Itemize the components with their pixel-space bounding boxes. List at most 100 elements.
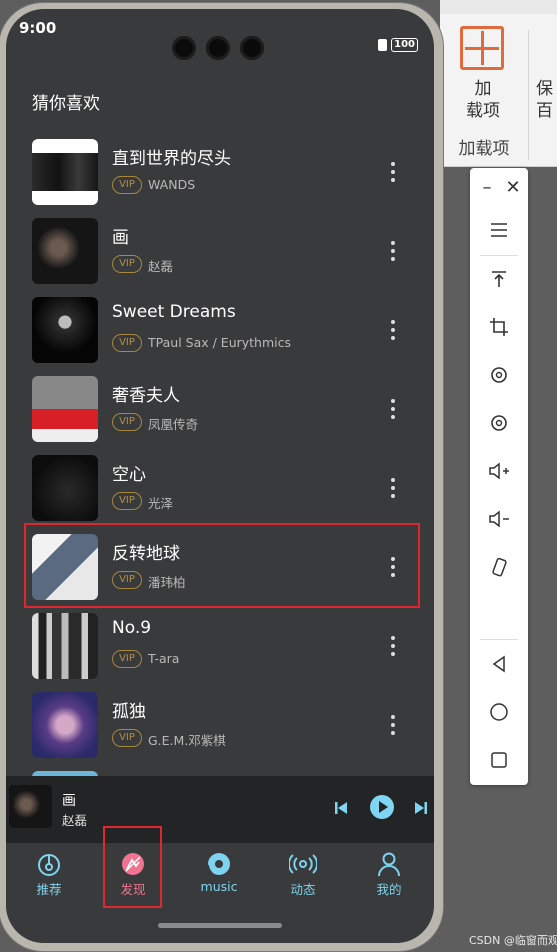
ribbon-separator <box>528 30 529 160</box>
player-song-title: 画 <box>62 793 76 809</box>
camera-cutout <box>172 36 264 60</box>
battery-icon: 100 <box>391 38 418 52</box>
home-icon[interactable] <box>470 697 528 727</box>
crop-icon[interactable] <box>470 312 528 342</box>
more-options-icon[interactable] <box>383 469 403 507</box>
camera-icon <box>206 36 230 60</box>
song-title: 直到世界的尽头 <box>112 149 231 169</box>
back-icon[interactable] <box>470 649 528 679</box>
menu-icon[interactable] <box>470 215 528 245</box>
more-options-icon[interactable] <box>383 390 403 428</box>
phone-screen: 9:00 100 猜你喜欢 直到世界的尽头 VIP WANDS 画 VIP 赵磊… <box>6 9 434 943</box>
sim-icon <box>378 39 388 51</box>
vip-badge: VIP <box>112 650 142 668</box>
song-item[interactable]: 空心 VIP 光泽 <box>23 449 423 527</box>
album-cover <box>32 692 98 758</box>
vip-badge: VIP <box>112 255 142 273</box>
tab-label: music <box>200 879 238 894</box>
addins-button[interactable]: 加 载项 <box>458 78 508 122</box>
watermark: CSDN @临窗而观 <box>469 934 557 947</box>
volume-up-icon[interactable] <box>470 456 528 486</box>
home-indicator[interactable] <box>158 923 282 928</box>
tab-recommend[interactable]: 推荐 <box>19 851 79 911</box>
song-artist: G.E.M.邓紫棋 <box>148 733 226 748</box>
song-item[interactable]: 孤独 VIP G.E.M.邓紫棋 <box>23 686 423 764</box>
section-title: 猜你喜欢 <box>32 94 100 114</box>
player-album-cover <box>9 785 52 828</box>
vip-badge: VIP <box>112 492 142 510</box>
addins-button-line2: 载项 <box>466 101 500 121</box>
broadcast-icon <box>289 854 317 874</box>
vip-badge: VIP <box>112 176 142 194</box>
album-cover <box>32 218 98 284</box>
tab-highlight-box <box>103 826 162 908</box>
pin-top-icon[interactable] <box>470 264 528 294</box>
song-item[interactable]: 画 VIP 赵磊 <box>23 212 423 290</box>
ribbon-partial-button[interactable]: 保 百 <box>536 78 553 122</box>
song-artist: 光泽 <box>148 496 174 511</box>
tab-label: 推荐 <box>36 882 62 897</box>
song-artist: 凤凰传奇 <box>148 417 199 432</box>
tab-label: 动态 <box>290 882 316 897</box>
volume-down-icon[interactable] <box>470 504 528 534</box>
song-artist: 赵磊 <box>148 259 174 274</box>
song-artist: TPaul Sax / Eurythmics <box>148 335 292 350</box>
office-ribbon: 加 载项 加载项 保 百 <box>440 14 557 167</box>
vip-badge: VIP <box>112 334 142 352</box>
ribbon-partial-line1: 保 <box>536 79 553 99</box>
player-artist: 赵磊 <box>62 813 88 828</box>
music-icon <box>207 853 230 875</box>
album-cover <box>32 139 98 205</box>
mini-player[interactable]: 画 赵磊 <box>6 776 434 843</box>
song-title: 画 <box>112 228 129 248</box>
desktop-app-titlebar <box>440 0 557 14</box>
recents-icon[interactable] <box>470 745 528 775</box>
song-item[interactable]: 直到世界的尽头 VIP WANDS <box>23 133 423 211</box>
emulator-toolbar: – ✕ <box>470 168 528 785</box>
more-options-icon[interactable] <box>383 153 403 191</box>
song-item[interactable]: No.9 VIP T-ara <box>23 607 423 685</box>
song-item[interactable]: 奢香夫人 VIP 凤凰传奇 <box>23 370 423 448</box>
ribbon-partial-line2: 百 <box>536 101 553 121</box>
camera-icon <box>240 36 264 60</box>
tab-label: 我的 <box>376 882 402 897</box>
selection-highlight-box <box>24 523 420 608</box>
shake-icon[interactable] <box>470 552 528 582</box>
addins-grid-icon[interactable] <box>460 26 504 70</box>
next-icon[interactable] <box>414 801 428 815</box>
close-icon[interactable]: ✕ <box>500 172 526 202</box>
previous-icon[interactable] <box>334 801 348 815</box>
play-icon[interactable] <box>370 795 394 819</box>
album-cover <box>32 376 98 442</box>
recommend-icon <box>38 854 60 876</box>
rotate-right-icon[interactable] <box>470 408 528 438</box>
tab-music[interactable]: music <box>189 851 249 911</box>
toolbar-divider <box>480 639 518 640</box>
user-icon <box>378 852 400 877</box>
more-options-icon[interactable] <box>383 706 403 744</box>
more-options-icon[interactable] <box>383 311 403 349</box>
tab-activity[interactable]: 动态 <box>273 851 333 911</box>
album-cover <box>32 613 98 679</box>
vip-badge: VIP <box>112 729 142 747</box>
status-time: 9:00 <box>19 19 57 37</box>
more-options-icon[interactable] <box>383 627 403 665</box>
song-item[interactable]: Sweet Dreams VIP TPaul Sax / Eurythmics <box>23 291 423 369</box>
tab-mine[interactable]: 我的 <box>359 851 419 911</box>
song-title: Sweet Dreams <box>112 302 236 322</box>
minimize-icon[interactable]: – <box>474 172 500 202</box>
song-title: 奢香夫人 <box>112 386 180 406</box>
camera-icon <box>172 36 196 60</box>
bottom-tab-bar: 推荐 发现 music 动态 我的 <box>6 826 434 943</box>
more-options-icon[interactable] <box>383 232 403 270</box>
song-title: 空心 <box>112 465 146 485</box>
song-title: 孤独 <box>112 702 146 722</box>
ribbon-group-label: 加载项 <box>458 139 510 159</box>
status-indicators: 100 <box>378 38 418 52</box>
song-title: No.9 <box>112 618 152 638</box>
song-artist: T-ara <box>148 651 180 666</box>
addins-button-line1: 加 <box>474 79 492 99</box>
toolbar-divider <box>480 255 518 256</box>
album-cover <box>32 455 98 521</box>
rotate-left-icon[interactable] <box>470 360 528 390</box>
